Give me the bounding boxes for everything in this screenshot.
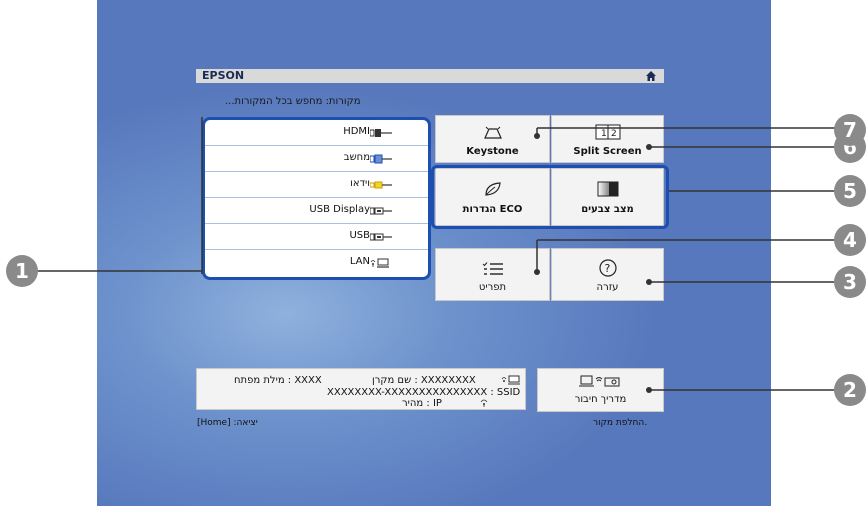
callout-7: 7: [834, 114, 866, 146]
callout-2: 2: [834, 374, 866, 406]
callout-4: 4: [834, 224, 866, 256]
callout-3: 3: [834, 266, 866, 298]
callout-5: 5: [834, 175, 866, 207]
callout-lines: [30, 117, 850, 393]
callout-1: 1: [6, 255, 38, 287]
